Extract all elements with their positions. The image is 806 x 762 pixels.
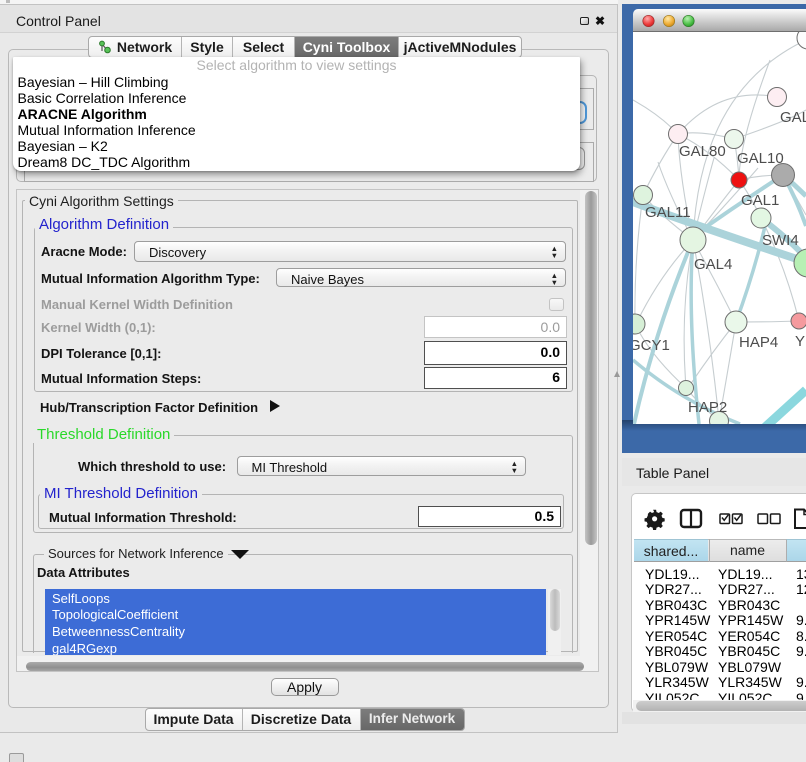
- svg-text:Y: Y: [795, 333, 805, 350]
- svg-text:SWI4: SWI4: [762, 232, 799, 249]
- svg-text:GAL1: GAL1: [741, 192, 779, 209]
- svg-text:GAL7: GAL7: [780, 109, 806, 126]
- svg-text:GCY1: GCY1: [633, 337, 670, 354]
- svg-text:GAL10: GAL10: [737, 150, 784, 167]
- svg-text:GAL80: GAL80: [679, 143, 726, 160]
- svg-text:GAL4: GAL4: [694, 256, 732, 273]
- svg-text:GAL11: GAL11: [645, 204, 691, 221]
- svg-text:HAP2: HAP2: [688, 399, 727, 416]
- svg-text:HAP4: HAP4: [739, 334, 778, 351]
